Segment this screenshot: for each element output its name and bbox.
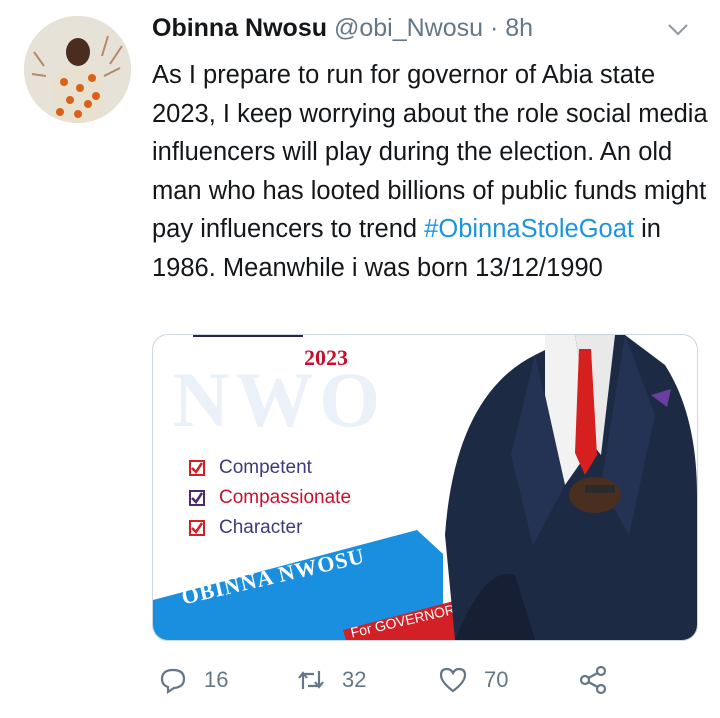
reply-count: 16 [204, 667, 229, 692]
author-handle[interactable]: @obi_Nwosu [334, 14, 483, 42]
reply-icon [160, 668, 186, 695]
reply-button[interactable]: 16 [158, 660, 228, 700]
tweet-actions: 16 32 70 [152, 660, 692, 700]
chevron-down-icon[interactable] [666, 22, 690, 38]
author-name[interactable]: Obinna Nwosu [152, 14, 327, 42]
checkbox-icon [189, 460, 205, 476]
tweet-media[interactable]: NWO 2023 Competent Compassionate Charact… [152, 334, 698, 641]
media-bg-letters: NWO [173, 356, 386, 443]
separator: · [489, 14, 499, 42]
share-button[interactable] [578, 660, 624, 700]
avatar-image [24, 16, 131, 123]
retweet-icon [298, 671, 324, 689]
heart-icon [439, 667, 467, 693]
candidate-photo [445, 335, 697, 640]
checklist-label: Competent [219, 457, 312, 478]
tweet-text: As I prepare to run for governor of Abia… [152, 56, 712, 287]
like-button[interactable]: 70 [438, 660, 508, 700]
retweet-button[interactable]: 32 [296, 660, 366, 700]
checkbox-icon [189, 490, 205, 506]
like-count: 70 [484, 667, 509, 692]
checklist-item: Compassionate [189, 483, 351, 513]
media-year: 2023 [304, 345, 348, 370]
hashtag-link[interactable]: #ObinnaStoleGoat [424, 215, 634, 243]
retweet-count: 32 [342, 667, 367, 692]
media-top-letters [193, 335, 303, 337]
tweet-header: Obinna Nwosu @obi_Nwosu · 8h [152, 14, 533, 43]
avatar[interactable] [24, 16, 131, 123]
checklist-item: Competent [189, 453, 351, 483]
checklist-label: Compassionate [219, 487, 352, 508]
timestamp[interactable]: 8h [505, 14, 533, 42]
share-icon [579, 665, 607, 695]
